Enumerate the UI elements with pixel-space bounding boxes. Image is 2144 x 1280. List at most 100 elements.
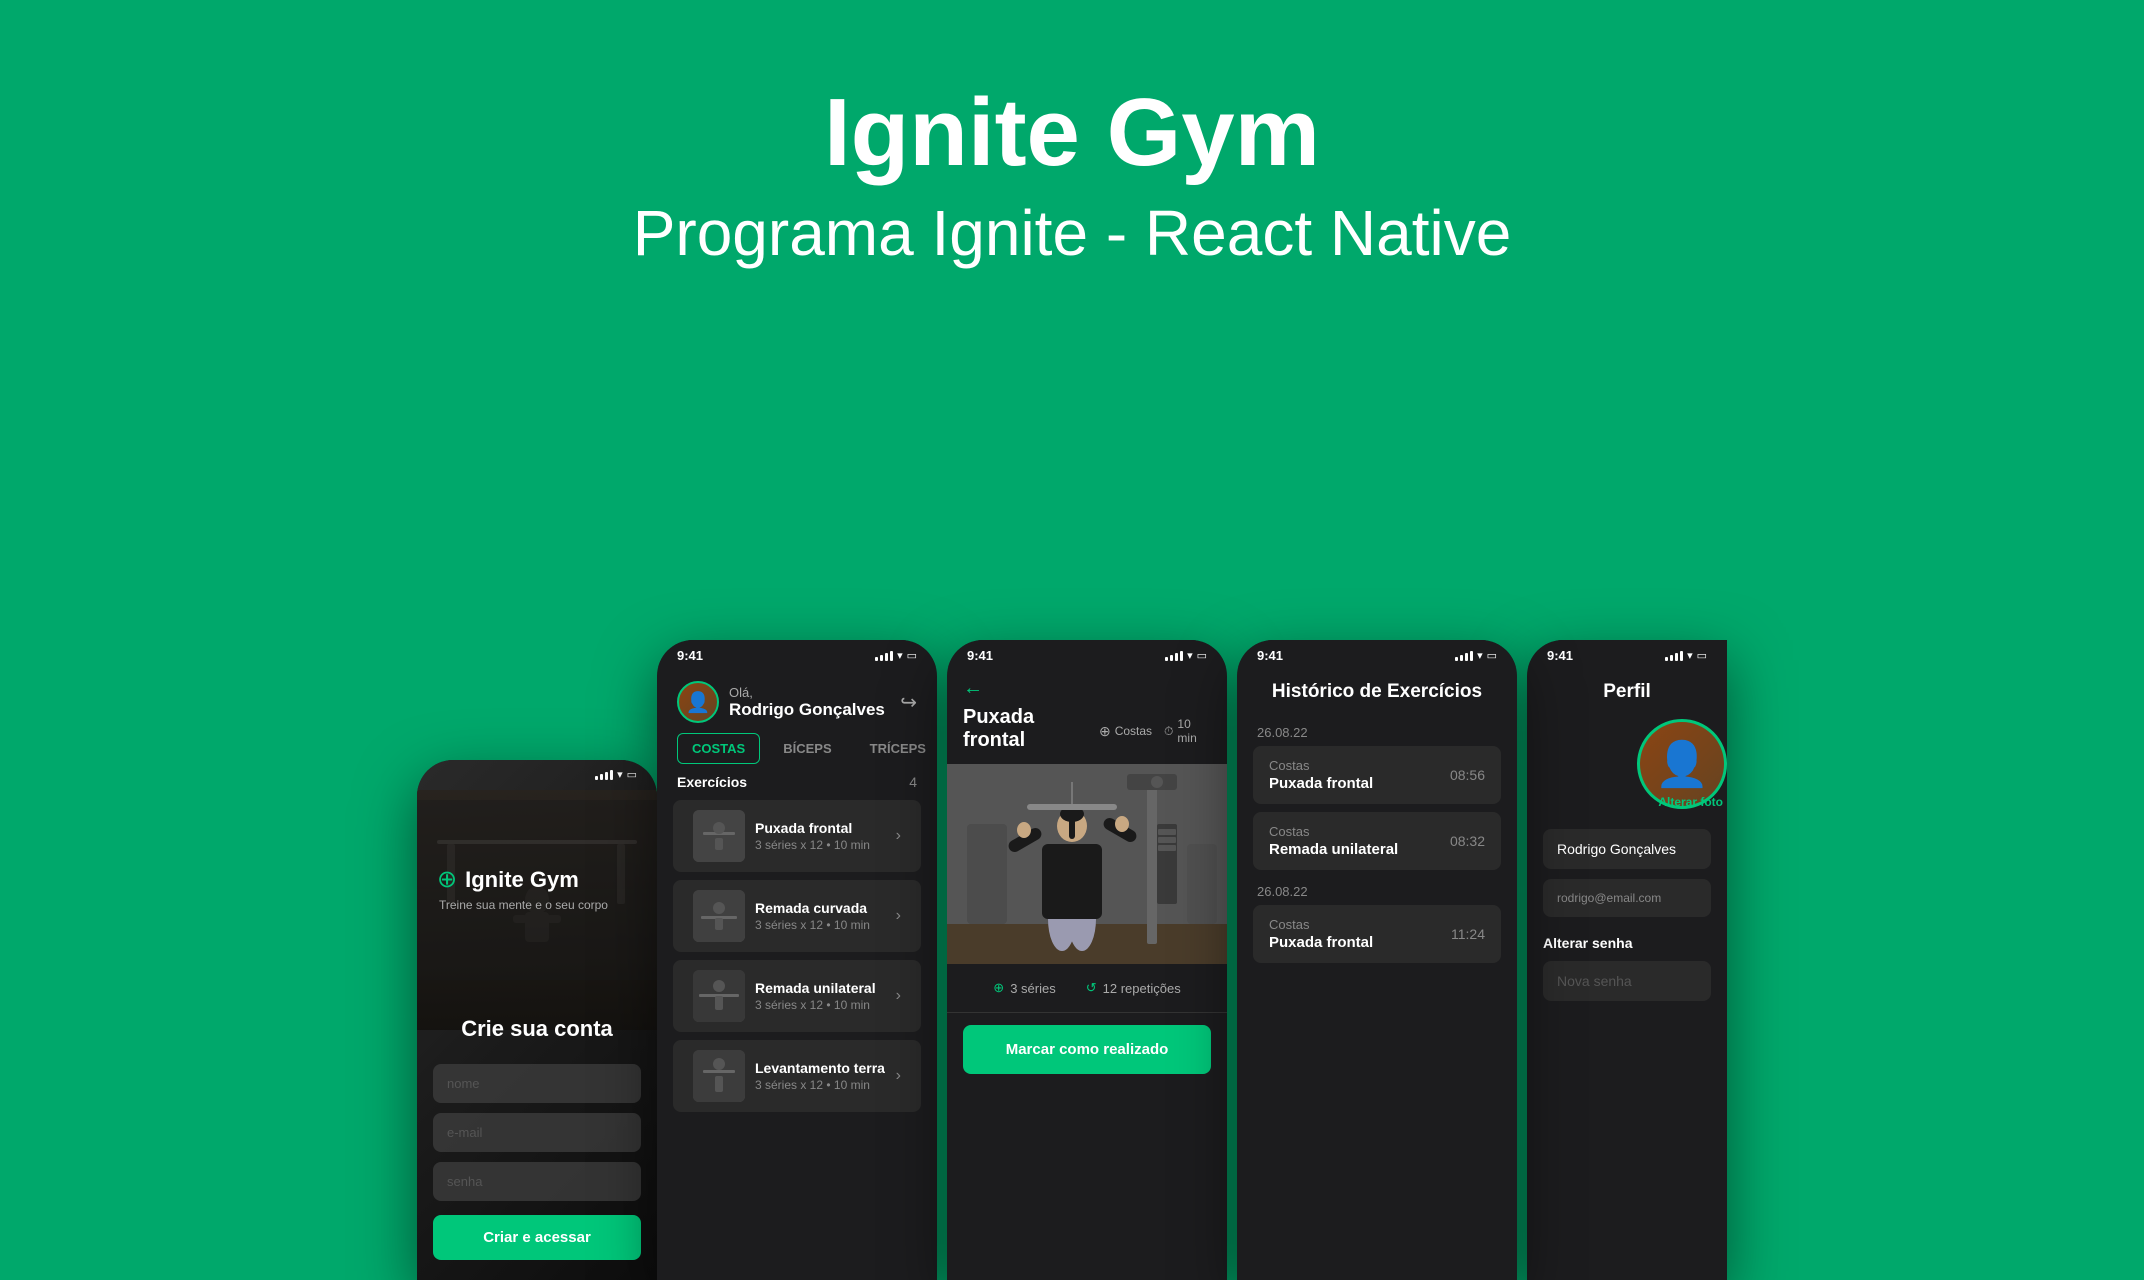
exercise-info-4: Levantamento terra 3 séries x 12 • 10 mi…: [755, 1060, 886, 1092]
exercise-stats: ⊕ 3 séries ↺ 12 repetições: [947, 964, 1227, 1013]
crie-label: Crie sua conta: [433, 1016, 641, 1042]
logo-row: ⊕ Ignite Gym: [437, 865, 579, 894]
status-icons-2: ▾ ▭: [875, 649, 917, 662]
nova-senha-input[interactable]: Nova senha: [1543, 961, 1711, 1001]
exercises-section-header: Exercícios 4: [657, 774, 937, 800]
phone-profile: 9:41 ▾ ▭ Perfil 👤 Alterar foto Rodrigo G…: [1527, 640, 1727, 1280]
profile-title: Perfil: [1547, 681, 1707, 703]
profile-header: Perfil: [1527, 667, 1727, 719]
exercise-detail-4: 3 séries x 12 • 10 min: [755, 1078, 886, 1092]
history-time-3: 11:24: [1451, 926, 1485, 942]
history-item-1[interactable]: Costas Puxada frontal 08:56: [1253, 746, 1501, 804]
signal-bars-5: [1665, 651, 1683, 661]
exercise-thumb-1: [693, 810, 745, 862]
phone2-header: 👤 Olá, Rodrigo Gonçalves ↪: [657, 667, 937, 733]
body-icon: ⊕: [1099, 723, 1111, 740]
history-item-2[interactable]: Costas Remada unilateral 08:32: [1253, 812, 1501, 870]
status-bar-4: 9:41 ▾ ▭: [1237, 640, 1517, 667]
gym-logo-icon: ⊕: [437, 865, 457, 894]
history-cat-1: Costas: [1269, 758, 1373, 773]
exercise-name-1: Puxada frontal: [755, 820, 886, 836]
battery-icon-4: ▭: [1487, 649, 1497, 662]
alterar-foto-link[interactable]: Alterar foto: [1658, 795, 1723, 809]
phone-login: ▾ ▭ ⊕ Ignite Gym Treine sua mente e o se…: [417, 760, 657, 1280]
logout-icon[interactable]: ↪: [900, 690, 917, 715]
logo-area: ⊕ Ignite Gym Treine sua mente e o seu co…: [417, 785, 657, 932]
history-ex-3: Puxada frontal: [1269, 934, 1373, 951]
phone-detail: 9:41 ▾ ▭ ← Puxada frontal ⊕ Costas: [947, 640, 1227, 1280]
exercise-info-1: Puxada frontal 3 séries x 12 • 10 min: [755, 820, 886, 852]
name-input[interactable]: nome: [433, 1064, 641, 1103]
profile-name-input[interactable]: Rodrigo Gonçalves: [1543, 829, 1711, 869]
logo-text: Ignite Gym: [465, 867, 579, 893]
profile-email-input[interactable]: rodrigo@email.com: [1543, 879, 1711, 917]
exercise-detail-header: ← Puxada frontal ⊕ Costas ⏱ 10 min: [947, 667, 1227, 764]
wifi-icon-2: ▾: [897, 649, 903, 662]
phone-exercises: 9:41 ▾ ▭ 👤 Olá, Rodrigo Gonçalves ↪ COST…: [657, 640, 937, 1280]
detail-meta: ⊕ Costas ⏱ 10 min: [1099, 717, 1211, 745]
time-3: 9:41: [967, 648, 993, 663]
history-ex-2: Remada unilateral: [1269, 841, 1398, 858]
exercise-info-2: Remada curvada 3 séries x 12 • 10 min: [755, 900, 886, 932]
series-value: 3 séries: [1010, 981, 1056, 996]
date-label-1: 26.08.22: [1237, 719, 1517, 746]
status-bar-3: 9:41 ▾ ▭: [947, 640, 1227, 667]
tab-costas[interactable]: COSTAS: [677, 733, 760, 764]
history-time-1: 08:56: [1450, 767, 1485, 783]
user-name: Rodrigo Gonçalves: [729, 700, 885, 720]
exercises-count: 4: [909, 774, 917, 790]
time-5: 9:41: [1547, 648, 1573, 663]
exercise-detail-1: 3 séries x 12 • 10 min: [755, 838, 886, 852]
wifi-icon-4: ▾: [1477, 649, 1483, 662]
wifi-icon-3: ▾: [1187, 649, 1193, 662]
avatar-row: 👤 Olá, Rodrigo Gonçalves: [677, 681, 885, 723]
detail-title: Puxada frontal: [963, 706, 1099, 752]
exercises-label: Exercícios: [677, 774, 747, 790]
chevron-4: ›: [896, 1067, 901, 1085]
alterar-senha-label: Alterar senha: [1543, 935, 1711, 951]
status-bar-2: 9:41 ▾ ▭: [657, 640, 937, 667]
exercise-svg: [947, 764, 1227, 964]
history-item-3[interactable]: Costas Puxada frontal 11:24: [1253, 905, 1501, 963]
back-arrow[interactable]: ←: [963, 677, 983, 700]
greeting-text: Olá,: [729, 685, 885, 700]
history-header: Histórico de Exercícios: [1237, 667, 1517, 719]
tab-triceps[interactable]: TRÍCEPS: [855, 733, 937, 764]
muscle-label: Costas: [1115, 724, 1152, 738]
criar-button[interactable]: Criar e acessar: [433, 1215, 641, 1260]
reps-icon: ↺: [1086, 980, 1097, 996]
battery-icon: ▭: [627, 768, 637, 781]
exercise-detail-3: 3 séries x 12 • 10 min: [755, 998, 886, 1012]
status-icons-5: ▾ ▭: [1665, 649, 1707, 662]
signal-bars-2: [875, 651, 893, 661]
status-icons-4: ▾ ▭: [1455, 649, 1497, 662]
signal-bars-3: [1165, 651, 1183, 661]
meta-muscle: ⊕ Costas: [1099, 717, 1152, 745]
series-icon: ⊕: [993, 980, 1004, 996]
marcar-button[interactable]: Marcar como realizado: [963, 1025, 1211, 1074]
phone-history: 9:41 ▾ ▭ Histórico de Exercícios 26.08.2…: [1237, 640, 1517, 1280]
hero-title: Ignite Gym: [0, 80, 2144, 186]
tab-biceps[interactable]: BÍCEPS: [768, 733, 846, 764]
exercise-item-1[interactable]: Puxada frontal 3 séries x 12 • 10 min ›: [673, 800, 921, 872]
history-cat-3: Costas: [1269, 917, 1373, 932]
exercise-item-2[interactable]: Remada curvada 3 séries x 12 • 10 min ›: [673, 880, 921, 952]
status-bar-1: ▾ ▭: [417, 760, 657, 785]
status-icons-3: ▾ ▭: [1165, 649, 1207, 662]
history-title: Histórico de Exercícios: [1257, 681, 1497, 703]
status-bar-5: 9:41 ▾ ▭: [1527, 640, 1727, 667]
history-item-left-1: Costas Puxada frontal: [1269, 758, 1373, 792]
exercise-item-4[interactable]: Levantamento terra 3 séries x 12 • 10 mi…: [673, 1040, 921, 1112]
time-2: 9:41: [677, 648, 703, 663]
email-input[interactable]: e-mail: [433, 1113, 641, 1152]
reps-stat: ↺ 12 repetições: [1086, 980, 1181, 996]
exercise-item-3[interactable]: Remada unilateral 3 séries x 12 • 10 min…: [673, 960, 921, 1032]
history-ex-1: Puxada frontal: [1269, 775, 1373, 792]
battery-icon-3: ▭: [1197, 649, 1207, 662]
time-label: 10 min: [1177, 717, 1211, 745]
password-input[interactable]: senha: [433, 1162, 641, 1201]
phone1-content: ▾ ▭ ⊕ Ignite Gym Treine sua mente e o se…: [417, 760, 657, 1280]
profile-form: Rodrigo Gonçalves rodrigo@email.com Alte…: [1527, 829, 1727, 1001]
exercise-name-2: Remada curvada: [755, 900, 886, 916]
exercise-thumb-3: [693, 970, 745, 1022]
